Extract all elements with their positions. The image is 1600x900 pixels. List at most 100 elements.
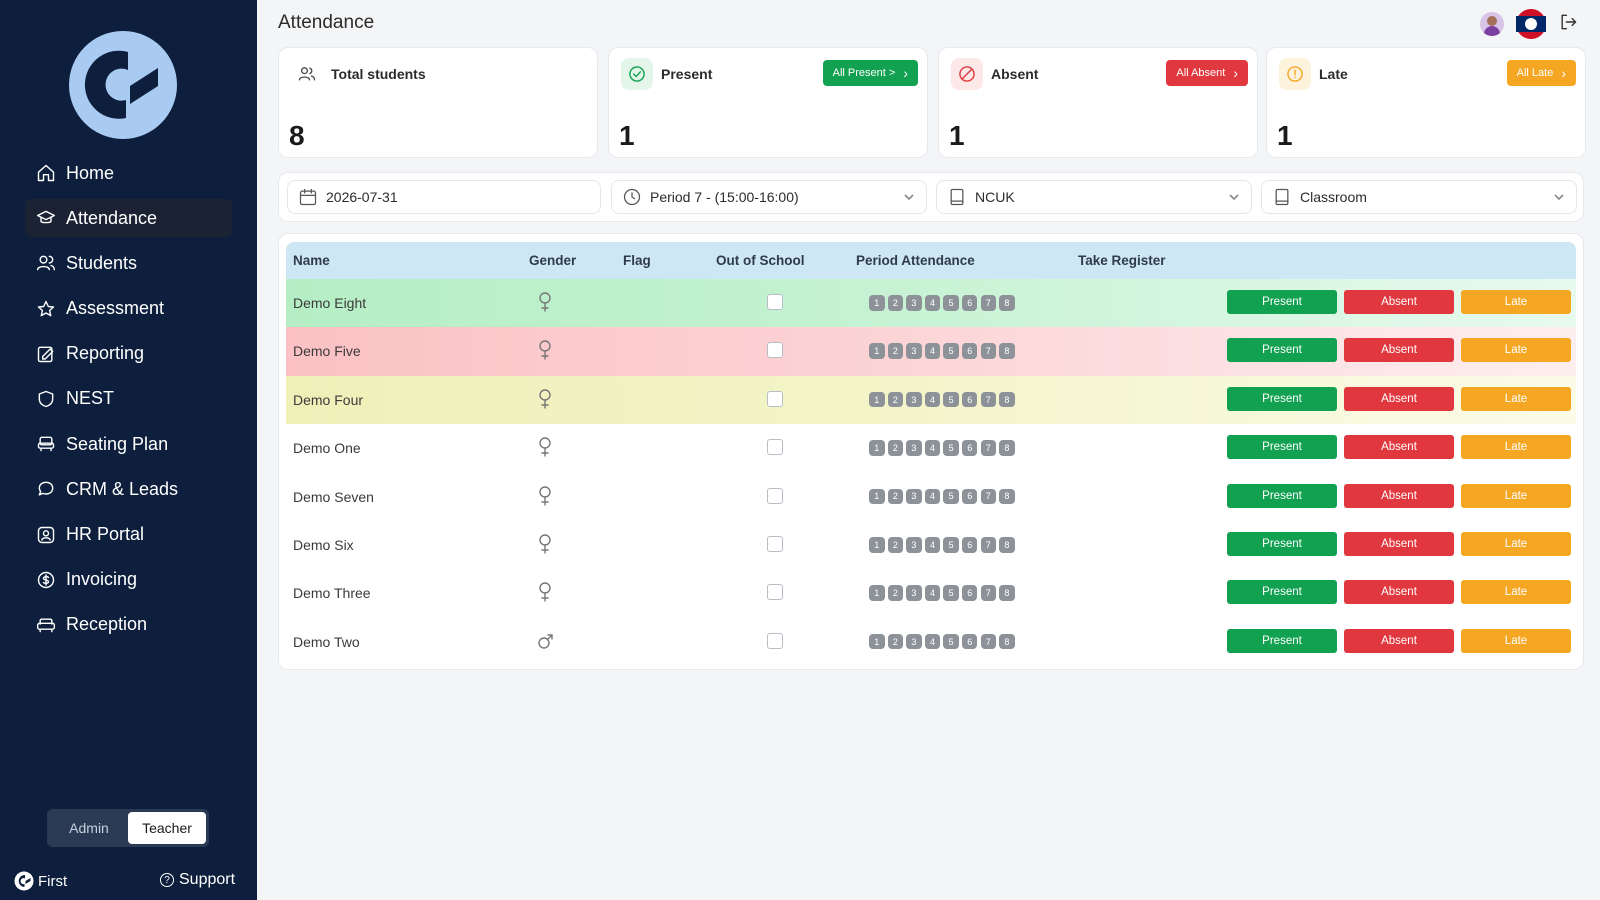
logout-icon[interactable] <box>1558 12 1578 37</box>
present-button[interactable]: Present <box>1227 290 1337 314</box>
column-header-out-of-school: Out of School <box>716 253 805 268</box>
sidebar-item-reception[interactable]: Reception <box>25 606 232 644</box>
period-indicator: 8 <box>999 633 1015 650</box>
sidebar-item-hr-portal[interactable]: HR Portal <box>25 516 232 554</box>
period-indicator: 4 <box>924 537 941 553</box>
out-of-school-checkbox[interactable] <box>767 536 783 552</box>
user-avatar[interactable] <box>1480 12 1504 36</box>
sidebar-item-seating-plan[interactable]: Seating Plan <box>25 425 232 463</box>
absent-button[interactable]: Absent <box>1344 290 1454 314</box>
period-value: Period 7 - (15:00-16:00) <box>650 189 799 205</box>
period-indicator: 5 <box>943 488 959 505</box>
alert-circle-icon <box>1279 58 1311 90</box>
sidebar-item-crm-leads[interactable]: CRM & Leads <box>25 470 232 508</box>
female-icon <box>536 291 556 313</box>
sidebar-item-reporting[interactable]: Reporting <box>25 335 232 373</box>
chevron-down-icon <box>902 190 916 204</box>
language-flag-icon[interactable] <box>1516 9 1546 39</box>
table-row: Demo Eight 1 2 3 4 5 6 7 8 Present Absent Late <box>286 279 1576 328</box>
period-attendance-indicators: 12345678 <box>869 585 1015 601</box>
sidebar-item-attendance[interactable]: Attendance <box>25 199 232 238</box>
table-row: Demo Seven 1 2 3 4 5 6 7 8 Present Absent Late <box>286 472 1576 521</box>
site-select[interactable]: NCUK <box>936 180 1252 214</box>
out-of-school-checkbox[interactable] <box>767 487 783 504</box>
absent-button[interactable]: Absent <box>1344 483 1454 508</box>
absent-button[interactable]: Absent <box>1344 580 1454 605</box>
late-button[interactable]: Late <box>1461 580 1571 605</box>
present-button[interactable]: Present <box>1227 580 1337 605</box>
period-attendance-indicators: 12345678 <box>869 343 1015 359</box>
absent-button[interactable]: Absent <box>1344 628 1454 653</box>
chevron-down-icon <box>1227 190 1241 204</box>
late-button[interactable]: Late <box>1461 435 1571 460</box>
out-of-school-checkbox[interactable] <box>767 439 783 456</box>
period-indicator: 4 <box>924 488 941 505</box>
period-indicator: 6 <box>961 488 978 505</box>
period-attendance-indicators: 12345678 <box>869 440 1015 456</box>
student-name: Demo Four <box>293 391 364 408</box>
period-indicator: 6 <box>961 633 978 650</box>
late-button[interactable]: Late <box>1461 386 1571 411</box>
present-button[interactable]: Present <box>1227 386 1337 411</box>
stat-label: Total students <box>331 66 426 82</box>
late-button[interactable]: Late <box>1461 532 1571 556</box>
date-picker[interactable]: 2026-07-31 <box>287 180 601 214</box>
sidebar-item-nest[interactable]: NEST <box>25 380 232 418</box>
period-indicator: 1 <box>869 537 885 553</box>
absent-button[interactable]: Absent <box>1344 386 1454 411</box>
role-admin-button[interactable]: Admin <box>50 812 128 844</box>
late-button[interactable]: Late <box>1461 483 1571 508</box>
out-of-school-checkbox[interactable] <box>767 632 783 649</box>
absent-button[interactable]: Absent <box>1344 532 1454 556</box>
sidebar-item-home[interactable]: Home <box>25 154 232 192</box>
period-indicator: 7 <box>980 537 997 553</box>
support-link[interactable]: ? Support <box>160 871 235 889</box>
period-indicator: 3 <box>906 585 922 601</box>
chevron-right-icon: › <box>903 65 908 81</box>
period-indicator: 4 <box>924 343 941 359</box>
late-button[interactable]: Late <box>1461 290 1571 314</box>
late-button[interactable]: Late <box>1461 628 1571 653</box>
table-row: Demo Six 1 2 3 4 5 6 7 8 Present Absent Late <box>286 521 1576 570</box>
absent-button[interactable]: Absent <box>1344 435 1454 460</box>
graduation-cap-icon <box>35 207 57 229</box>
sidebar-item-assessment[interactable]: Assessment <box>25 290 232 328</box>
period-select[interactable]: Period 7 - (15:00-16:00) <box>611 180 927 214</box>
all-absent-button[interactable]: All Absent › <box>1166 60 1248 86</box>
female-icon <box>536 485 556 507</box>
present-button[interactable]: Present <box>1227 628 1337 653</box>
all-present-button[interactable]: All Present > › <box>822 60 918 86</box>
late-button[interactable]: Late <box>1461 338 1571 363</box>
period-indicator: 4 <box>924 440 941 456</box>
period-indicator: 4 <box>924 391 941 408</box>
female-icon <box>536 436 556 458</box>
out-of-school-checkbox[interactable] <box>767 294 783 310</box>
page-title: Attendance <box>278 12 375 33</box>
period-indicator: 6 <box>961 295 978 311</box>
period-indicator: 3 <box>906 633 922 650</box>
role-teacher-button[interactable]: Teacher <box>128 812 206 844</box>
female-icon <box>536 339 556 361</box>
present-button[interactable]: Present <box>1227 483 1337 508</box>
out-of-school-checkbox[interactable] <box>767 390 783 407</box>
stat-card-total: Total students 8 <box>278 47 598 158</box>
absent-button[interactable]: Absent <box>1344 338 1454 363</box>
stat-card-absent: Absent All Absent › 1 <box>938 47 1258 158</box>
out-of-school-checkbox[interactable] <box>767 342 783 359</box>
role-toggle: Admin Teacher <box>47 809 209 847</box>
period-indicator: 3 <box>906 537 922 553</box>
filter-bar: 2026-07-31 Period 7 - (15:00-16:00) NCUK… <box>278 172 1584 222</box>
period-indicator: 3 <box>906 343 922 359</box>
column-header-flag: Flag <box>623 253 651 268</box>
out-of-school-checkbox[interactable] <box>767 584 783 601</box>
present-button[interactable]: Present <box>1227 338 1337 363</box>
home-icon <box>35 162 57 184</box>
period-indicator: 6 <box>961 343 978 359</box>
classroom-select[interactable]: Classroom <box>1261 180 1577 214</box>
sidebar-item-invoicing[interactable]: Invoicing <box>25 561 232 599</box>
stat-value: 8 <box>289 120 305 151</box>
all-late-button[interactable]: All Late › <box>1506 60 1576 86</box>
sidebar-item-students[interactable]: Students <box>25 244 232 282</box>
present-button[interactable]: Present <box>1227 435 1337 460</box>
present-button[interactable]: Present <box>1227 532 1337 556</box>
